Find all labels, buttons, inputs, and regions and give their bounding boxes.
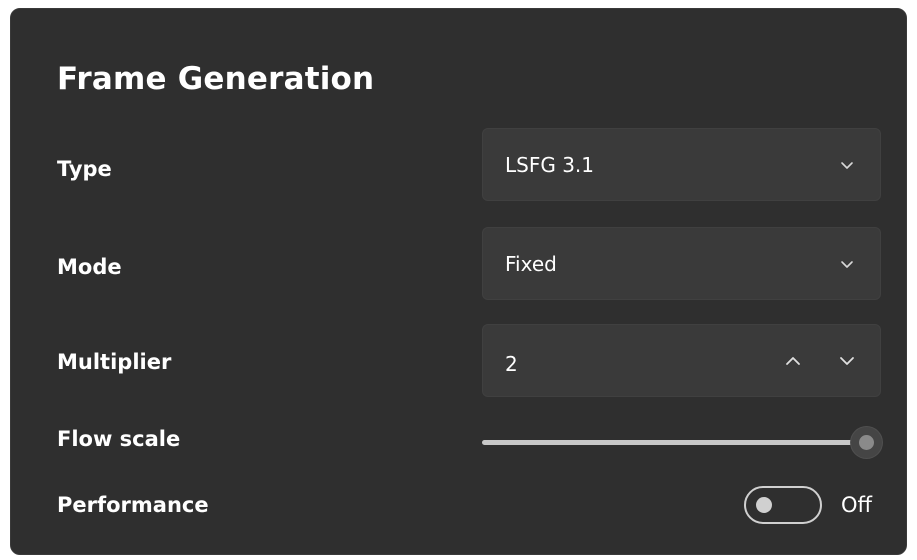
slider-thumb[interactable] [851,427,882,458]
multiplier-value: 2 [505,352,518,377]
performance-toggle[interactable] [744,486,822,524]
type-dropdown-value: LSFG 3.1 [505,152,595,177]
type-dropdown[interactable]: LSFG 3.1 [482,128,881,201]
slider-track [482,440,867,445]
performance-label: Performance [57,493,209,517]
mode-dropdown-value: Fixed [505,251,557,276]
multiplier-number-box[interactable]: 2 [482,324,881,397]
chevron-down-icon [836,154,858,176]
chevron-down-icon [836,253,858,275]
mode-label: Mode [57,255,122,279]
performance-toggle-state: Off [841,493,872,517]
panel-title: Frame Generation [57,61,375,97]
chevron-down-icon[interactable] [836,350,858,372]
slider-thumb-center [859,435,874,450]
chevron-up-icon[interactable] [782,350,804,372]
multiplier-label: Multiplier [57,350,172,374]
flow-scale-slider[interactable] [482,427,882,458]
mode-dropdown[interactable]: Fixed [482,227,881,300]
type-label: Type [57,157,112,181]
frame-generation-panel: Frame Generation Type LSFG 3.1 Mode Fixe… [10,8,907,555]
flow-scale-label: Flow scale [57,427,181,451]
toggle-knob [756,497,772,513]
